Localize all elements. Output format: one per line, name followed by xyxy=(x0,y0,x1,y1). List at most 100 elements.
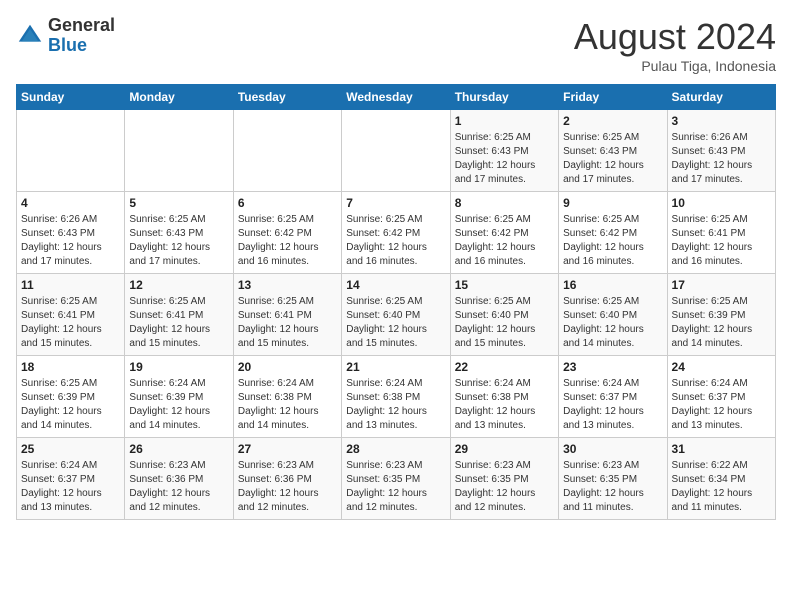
page-header: General Blue August 2024 Pulau Tiga, Ind… xyxy=(16,16,776,74)
calendar-body: 1 Sunrise: 6:25 AMSunset: 6:43 PMDaylight… xyxy=(17,110,776,520)
day-number: 3 xyxy=(672,114,771,128)
calendar-cell: 9 Sunrise: 6:25 AMSunset: 6:42 PMDaylight… xyxy=(559,192,667,274)
day-number: 24 xyxy=(672,360,771,374)
day-number: 22 xyxy=(455,360,554,374)
calendar-cell: 7 Sunrise: 6:25 AMSunset: 6:42 PMDaylight… xyxy=(342,192,450,274)
weekday-header: Saturday xyxy=(667,85,775,110)
calendar-cell: 6 Sunrise: 6:25 AMSunset: 6:42 PMDaylight… xyxy=(233,192,341,274)
day-detail: Sunrise: 6:23 AMSunset: 6:35 PMDaylight:… xyxy=(455,459,554,515)
calendar-cell xyxy=(17,110,125,192)
day-detail: Sunrise: 6:23 AMSunset: 6:35 PMDaylight:… xyxy=(563,459,662,515)
day-detail: Sunrise: 6:24 AMSunset: 6:37 PMDaylight:… xyxy=(672,377,771,433)
calendar-cell: 25 Sunrise: 6:24 AMSunset: 6:37 PMDayligh… xyxy=(17,438,125,520)
day-detail: Sunrise: 6:26 AMSunset: 6:43 PMDaylight:… xyxy=(21,213,120,269)
day-number: 4 xyxy=(21,196,120,210)
calendar-cell: 29 Sunrise: 6:23 AMSunset: 6:35 PMDayligh… xyxy=(450,438,558,520)
day-detail: Sunrise: 6:23 AMSunset: 6:36 PMDaylight:… xyxy=(129,459,228,515)
day-number: 13 xyxy=(238,278,337,292)
day-number: 18 xyxy=(21,360,120,374)
month-year: August 2024 xyxy=(574,16,776,58)
day-number: 7 xyxy=(346,196,445,210)
calendar-cell: 11Sunrise: 6:25 AMSunset: 6:41 PMDayligh… xyxy=(17,274,125,356)
calendar-cell xyxy=(342,110,450,192)
day-detail: Sunrise: 6:25 AMSunset: 6:42 PMDaylight:… xyxy=(346,213,445,269)
day-number: 26 xyxy=(129,442,228,456)
day-detail: Sunrise: 6:25 AMSunset: 6:42 PMDaylight:… xyxy=(455,213,554,269)
calendar-cell: 27Sunrise: 6:23 AMSunset: 6:36 PMDayligh… xyxy=(233,438,341,520)
calendar-cell: 5Sunrise: 6:25 AMSunset: 6:43 PMDaylight… xyxy=(125,192,233,274)
calendar-cell: 3 Sunrise: 6:26 AMSunset: 6:43 PMDaylight… xyxy=(667,110,775,192)
calendar-week: 4 Sunrise: 6:26 AMSunset: 6:43 PMDaylight… xyxy=(17,192,776,274)
day-number: 31 xyxy=(672,442,771,456)
calendar-cell xyxy=(233,110,341,192)
calendar-week: 25 Sunrise: 6:24 AMSunset: 6:37 PMDayligh… xyxy=(17,438,776,520)
day-detail: Sunrise: 6:25 AMSunset: 6:41 PMDaylight:… xyxy=(672,213,771,269)
day-number: 25 xyxy=(21,442,120,456)
day-detail: Sunrise: 6:25 AMSunset: 6:41 PMDaylight:… xyxy=(21,295,120,351)
calendar-cell: 13 Sunrise: 6:25 AMSunset: 6:41 PMDayligh… xyxy=(233,274,341,356)
logo-icon xyxy=(16,22,44,50)
calendar-cell: 30 Sunrise: 6:23 AMSunset: 6:35 PMDayligh… xyxy=(559,438,667,520)
calendar-table: SundayMondayTuesdayWednesdayThursdayFrid… xyxy=(16,84,776,520)
day-number: 21 xyxy=(346,360,445,374)
day-number: 1 xyxy=(455,114,554,128)
weekday-header: Friday xyxy=(559,85,667,110)
day-detail: Sunrise: 6:25 AMSunset: 6:39 PMDaylight:… xyxy=(672,295,771,351)
day-number: 14 xyxy=(346,278,445,292)
calendar-cell: 22 Sunrise: 6:24 AMSunset: 6:38 PMDayligh… xyxy=(450,356,558,438)
day-number: 15 xyxy=(455,278,554,292)
calendar-cell: 12 Sunrise: 6:25 AMSunset: 6:41 PMDayligh… xyxy=(125,274,233,356)
day-detail: Sunrise: 6:25 AMSunset: 6:41 PMDaylight:… xyxy=(238,295,337,351)
day-detail: Sunrise: 6:25 AMSunset: 6:43 PMDaylight:… xyxy=(563,131,662,187)
day-detail: Sunrise: 6:25 AMSunset: 6:41 PMDaylight:… xyxy=(129,295,228,351)
calendar-cell: 15 Sunrise: 6:25 AMSunset: 6:40 PMDayligh… xyxy=(450,274,558,356)
calendar-cell: 8 Sunrise: 6:25 AMSunset: 6:42 PMDaylight… xyxy=(450,192,558,274)
day-number: 29 xyxy=(455,442,554,456)
calendar-cell: 18Sunrise: 6:25 AMSunset: 6:39 PMDayligh… xyxy=(17,356,125,438)
day-number: 2 xyxy=(563,114,662,128)
calendar-cell: 26 Sunrise: 6:23 AMSunset: 6:36 PMDayligh… xyxy=(125,438,233,520)
calendar-cell: 16 Sunrise: 6:25 AMSunset: 6:40 PMDayligh… xyxy=(559,274,667,356)
weekday-header: Thursday xyxy=(450,85,558,110)
day-detail: Sunrise: 6:26 AMSunset: 6:43 PMDaylight:… xyxy=(672,131,771,187)
day-number: 20 xyxy=(238,360,337,374)
day-number: 16 xyxy=(563,278,662,292)
calendar-cell: 31Sunrise: 6:22 AMSunset: 6:34 PMDayligh… xyxy=(667,438,775,520)
day-detail: Sunrise: 6:25 AMSunset: 6:42 PMDaylight:… xyxy=(238,213,337,269)
day-number: 9 xyxy=(563,196,662,210)
logo-text: General Blue xyxy=(48,16,115,56)
calendar-cell xyxy=(125,110,233,192)
day-number: 27 xyxy=(238,442,337,456)
calendar-cell: 24 Sunrise: 6:24 AMSunset: 6:37 PMDayligh… xyxy=(667,356,775,438)
day-detail: Sunrise: 6:25 AMSunset: 6:43 PMDaylight:… xyxy=(455,131,554,187)
logo-general: General xyxy=(48,15,115,35)
weekday-header: Tuesday xyxy=(233,85,341,110)
day-detail: Sunrise: 6:24 AMSunset: 6:38 PMDaylight:… xyxy=(346,377,445,433)
calendar-week: 11Sunrise: 6:25 AMSunset: 6:41 PMDayligh… xyxy=(17,274,776,356)
day-number: 6 xyxy=(238,196,337,210)
day-detail: Sunrise: 6:24 AMSunset: 6:38 PMDaylight:… xyxy=(455,377,554,433)
day-detail: Sunrise: 6:24 AMSunset: 6:37 PMDaylight:… xyxy=(21,459,120,515)
calendar-cell: 20Sunrise: 6:24 AMSunset: 6:38 PMDayligh… xyxy=(233,356,341,438)
calendar-cell: 21 Sunrise: 6:24 AMSunset: 6:38 PMDayligh… xyxy=(342,356,450,438)
calendar-cell: 28Sunrise: 6:23 AMSunset: 6:35 PMDayligh… xyxy=(342,438,450,520)
title-block: August 2024 Pulau Tiga, Indonesia xyxy=(574,16,776,74)
day-detail: Sunrise: 6:25 AMSunset: 6:43 PMDaylight:… xyxy=(129,213,228,269)
calendar-header: SundayMondayTuesdayWednesdayThursdayFrid… xyxy=(17,85,776,110)
logo-blue: Blue xyxy=(48,35,87,55)
day-number: 30 xyxy=(563,442,662,456)
location: Pulau Tiga, Indonesia xyxy=(574,58,776,74)
day-number: 19 xyxy=(129,360,228,374)
day-detail: Sunrise: 6:25 AMSunset: 6:42 PMDaylight:… xyxy=(563,213,662,269)
weekday-header: Wednesday xyxy=(342,85,450,110)
day-detail: Sunrise: 6:25 AMSunset: 6:40 PMDaylight:… xyxy=(455,295,554,351)
day-detail: Sunrise: 6:25 AMSunset: 6:40 PMDaylight:… xyxy=(346,295,445,351)
weekday-header: Monday xyxy=(125,85,233,110)
calendar-week: 18Sunrise: 6:25 AMSunset: 6:39 PMDayligh… xyxy=(17,356,776,438)
day-number: 12 xyxy=(129,278,228,292)
day-detail: Sunrise: 6:25 AMSunset: 6:40 PMDaylight:… xyxy=(563,295,662,351)
day-number: 8 xyxy=(455,196,554,210)
day-detail: Sunrise: 6:24 AMSunset: 6:37 PMDaylight:… xyxy=(563,377,662,433)
weekday-header: Sunday xyxy=(17,85,125,110)
calendar-cell: 19Sunrise: 6:24 AMSunset: 6:39 PMDayligh… xyxy=(125,356,233,438)
